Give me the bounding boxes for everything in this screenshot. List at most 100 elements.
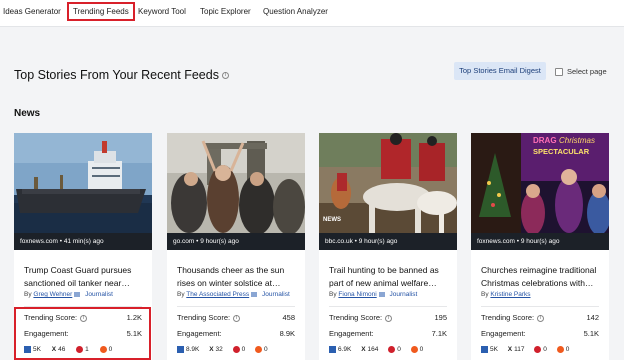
reddit-count: 0 <box>264 346 268 354</box>
story-source: foxnews.com • 41 min(s) ago <box>14 233 152 250</box>
byline-prefix: By <box>329 291 337 298</box>
byline-prefix: By <box>481 291 489 298</box>
pinterest-icon <box>534 346 542 353</box>
top-navigation: Ideas Generator Trending Feeds Keyword T… <box>0 0 624 27</box>
byline: By The Associated Press Journalist <box>177 291 290 298</box>
journalist-icon <box>250 291 257 297</box>
story-image-solstice-crowd[interactable] <box>167 133 305 233</box>
reddit-icon <box>556 346 564 353</box>
story-title[interactable]: Thousands cheer as the sun rises on wint… <box>177 264 301 290</box>
facebook-count: 5K <box>490 346 498 354</box>
tab-question-analyzer[interactable]: Question Analyzer <box>263 7 328 16</box>
engagement-label: Engagement: <box>481 329 526 338</box>
trending-score-label: Trending Score: <box>177 313 231 322</box>
reddit-count: 0 <box>565 346 570 354</box>
info-icon[interactable]: i <box>221 72 229 80</box>
story-source: bbc.co.uk • 9 hour(s) ago <box>319 233 457 250</box>
pinterest-count: 0 <box>241 346 246 354</box>
page-title-text: Top Stories From Your Recent Feeds <box>14 68 219 82</box>
x-icon: X <box>209 346 214 354</box>
author-role: Journalist <box>85 291 113 298</box>
tab-ideas-generator[interactable]: Ideas Generator <box>3 7 61 16</box>
divider <box>177 306 295 307</box>
bbc-watermark: NEWS <box>323 217 341 223</box>
select-page-label: Select page <box>567 67 607 76</box>
author-link[interactable]: Fiona Nimoni <box>338 291 376 298</box>
trending-score-row: Trending Score: i 142 <box>481 313 599 322</box>
page-title: Top Stories From Your Recent Feeds i <box>14 68 229 82</box>
journalist-icon <box>74 291 81 297</box>
byline: By Fiona Nimoni Journalist <box>329 291 417 298</box>
news-card[interactable]: DRAG Christmas SPECTACULAR foxnews.com •… <box>471 133 609 360</box>
select-page-checkbox[interactable]: Select page <box>555 67 607 77</box>
trending-score-row: Trending Score: i 195 <box>329 313 447 322</box>
reddit-icon <box>410 346 418 353</box>
email-digest-button[interactable]: Top Stories Email Digest <box>454 62 546 80</box>
checkbox-icon[interactable] <box>555 68 563 77</box>
facebook-icon <box>481 346 488 353</box>
engagement-label: Engagement: <box>329 329 374 338</box>
divider <box>481 306 599 307</box>
trending-score-value: 195 <box>434 313 447 322</box>
social-stats: 5K X 117 0 0 <box>481 346 605 353</box>
news-card[interactable]: NEWS bbc.co.uk • 9 hour(s) ago Trail hun… <box>319 133 457 360</box>
facebook-icon <box>177 346 184 353</box>
engagement-row: Engagement: 5.1K <box>481 329 599 338</box>
reddit-icon <box>255 346 263 353</box>
journalist-icon <box>378 291 385 297</box>
christmas-banner-text: Christmas <box>559 136 596 145</box>
tab-trending-feeds[interactable]: Trending Feeds <box>67 2 135 21</box>
section-title-news: News <box>14 108 41 119</box>
story-title[interactable]: Churches reimagine traditional Christmas… <box>481 264 605 290</box>
story-source: go.com • 9 hour(s) ago <box>167 233 305 250</box>
engagement-value: 5.1K <box>583 329 599 338</box>
info-icon[interactable]: i <box>537 314 545 322</box>
facebook-icon <box>329 346 336 353</box>
engagement-value: 7.1K <box>431 329 447 338</box>
story-title[interactable]: Trail hunting to be banned as part of ne… <box>329 264 453 290</box>
author-link[interactable]: Greg Wehner <box>33 291 72 298</box>
trending-score-label: Trending Score: <box>481 313 535 322</box>
info-icon[interactable]: i <box>385 314 393 322</box>
x-count: 117 <box>514 346 525 354</box>
pinterest-count: 0 <box>543 346 547 354</box>
news-card[interactable]: go.com • 9 hour(s) ago Thousands cheer a… <box>167 133 305 360</box>
spectacular-banner-text: SPECTACULAR <box>533 147 590 156</box>
story-image-drag-christmas[interactable]: DRAG Christmas SPECTACULAR <box>471 133 609 233</box>
info-icon[interactable]: i <box>233 314 241 322</box>
story-image-oil-tanker[interactable] <box>14 133 152 233</box>
trending-score-row: Trending Score: i 458 <box>177 313 295 322</box>
byline-prefix: By <box>24 291 32 298</box>
engagement-row: Engagement: 8.9K <box>177 329 295 338</box>
tab-topic-explorer[interactable]: Topic Explorer <box>200 7 251 16</box>
engagement-label: Engagement: <box>177 329 222 338</box>
byline: By Greg Wehner Journalist <box>24 291 113 298</box>
social-stats: 6.9K X 164 0 0 <box>329 346 453 353</box>
facebook-count: 6.9K <box>338 346 352 354</box>
trending-score-value: 142 <box>586 313 599 322</box>
social-stats: 8.9K X 32 0 0 <box>177 346 301 353</box>
x-count: 164 <box>367 346 379 354</box>
tab-keyword-tool[interactable]: Keyword Tool <box>138 7 186 16</box>
x-icon: X <box>507 346 513 354</box>
story-title[interactable]: Trump Coast Guard pursues sanctioned oil… <box>24 264 148 290</box>
reddit-count: 0 <box>419 346 424 354</box>
story-source: foxnews.com • 9 hour(s) ago <box>471 233 609 250</box>
author-link[interactable]: The Associated Press <box>186 291 249 298</box>
author-role: Journalist <box>389 291 418 298</box>
story-image-trail-hunt[interactable]: NEWS <box>319 133 457 233</box>
engagement-row: Engagement: 7.1K <box>329 329 447 338</box>
trending-score-value: 458 <box>282 313 295 322</box>
metrics-highlight-box <box>14 307 151 360</box>
pinterest-count: 0 <box>397 346 401 354</box>
pinterest-icon <box>388 346 396 353</box>
author-role: Journalist <box>261 291 290 298</box>
drag-banner-text: DRAG <box>533 136 557 145</box>
byline-prefix: By <box>177 291 185 298</box>
engagement-value: 8.9K <box>279 329 295 338</box>
x-icon: X <box>361 346 366 354</box>
x-count: 32 <box>215 346 223 354</box>
trending-score-label: Trending Score: <box>329 313 383 322</box>
author-link[interactable]: Kristine Parks <box>490 291 530 298</box>
divider <box>329 306 447 307</box>
